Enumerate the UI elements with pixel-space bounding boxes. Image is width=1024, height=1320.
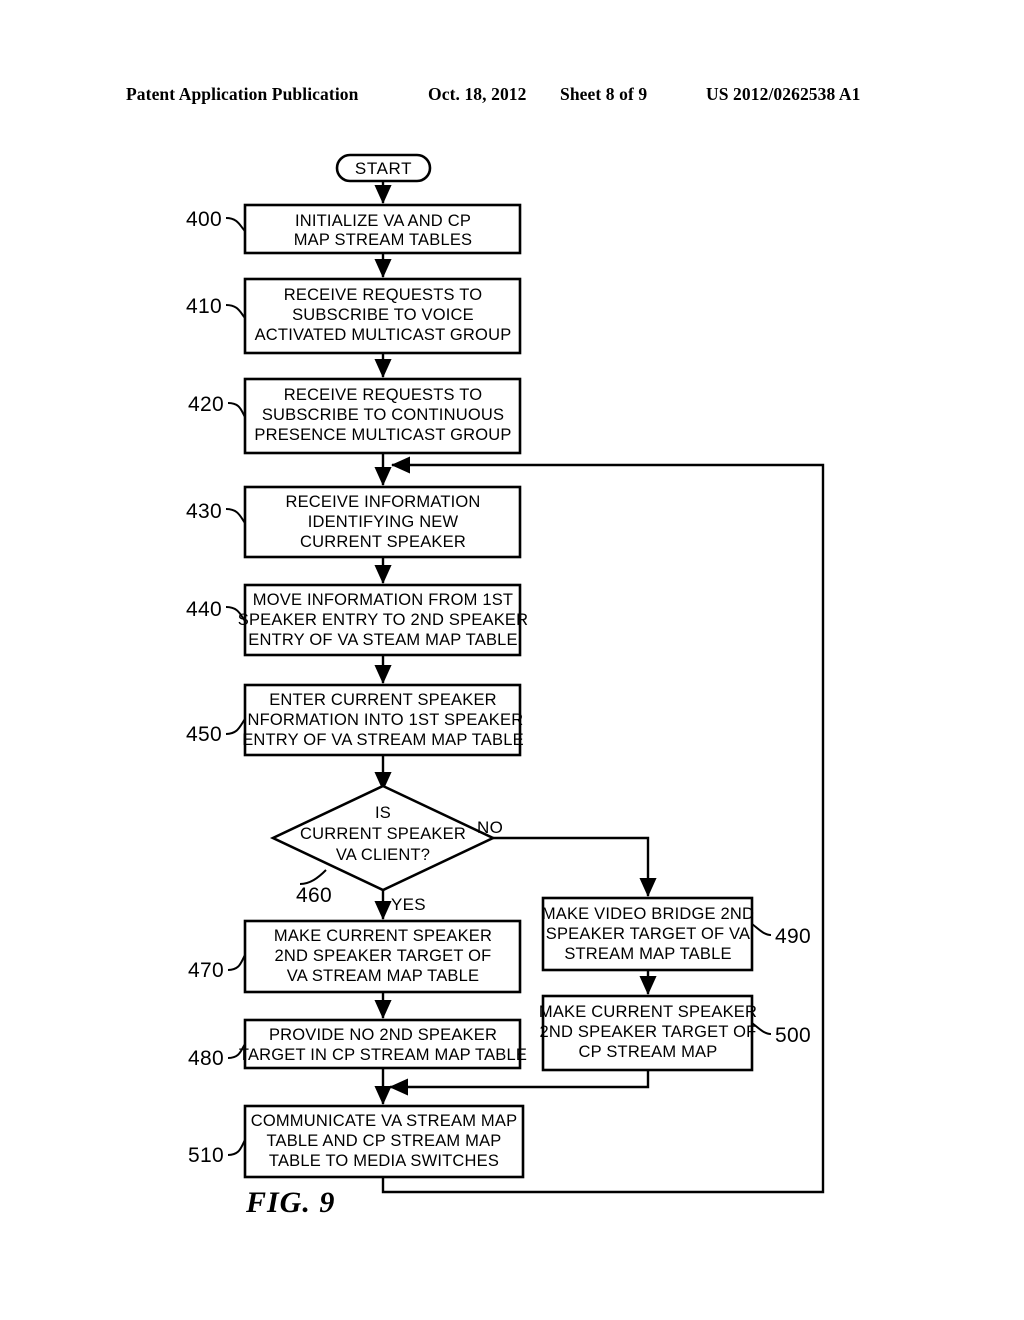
- flow-node-480: PROVIDE NO 2ND SPEAKER TARGET IN CP STRE…: [188, 1018, 527, 1070]
- flow-node-start: START: [335, 153, 432, 183]
- flow-node-410: RECEIVE REQUESTS TO SUBSCRIBE TO VOICE A…: [186, 277, 522, 355]
- connector-460-no-to-490: [450, 836, 657, 897]
- node-460-line-3: VA CLIENT?: [336, 846, 430, 864]
- node-500-line-2: 2ND SPEAKER TARGET OF: [540, 1023, 757, 1041]
- node-430-line-1: RECEIVE INFORMATION: [285, 493, 480, 511]
- node-460-ref-number: 460: [296, 884, 332, 907]
- node-440-line-3: ENTRY OF VA STEAM MAP TABLE: [248, 631, 517, 649]
- node-470-ref-leader: [227, 954, 246, 971]
- node-440-line-2: SPEAKER ENTRY TO 2ND SPEAKER: [238, 611, 528, 629]
- node-510-line-2: TABLE AND CP STREAM MAP: [266, 1132, 501, 1150]
- node-510-ref-leader: [227, 1139, 246, 1156]
- connector-500-to-510: [389, 1070, 650, 1096]
- start-terminator-label: START: [355, 159, 412, 178]
- node-400-line-1: INITIALIZE VA AND CP: [295, 212, 471, 230]
- node-510-line-3: TABLE TO MEDIA SWITCHES: [269, 1152, 499, 1170]
- node-490-line-1: MAKE VIDEO BRIDGE 2ND: [542, 905, 754, 923]
- node-430-line-2: IDENTIFYING NEW: [308, 513, 459, 531]
- node-480-ref-number: 480: [188, 1047, 224, 1070]
- node-410-line-1: RECEIVE REQUESTS TO: [284, 286, 483, 304]
- branch-label-no: NO: [477, 818, 503, 837]
- node-490-line-2: SPEAKER TARGET OF VA: [546, 925, 751, 943]
- node-410-ref-leader: [225, 304, 246, 319]
- node-420-ref-leader: [227, 402, 246, 418]
- flow-node-510: COMMUNICATE VA STREAM MAP TABLE AND CP S…: [188, 1104, 525, 1179]
- flow-node-460: IS CURRENT SPEAKER VA CLIENT? 460 YES NO: [269, 784, 503, 914]
- node-450-line-3: ENTRY OF VA STREAM MAP TABLE: [242, 731, 524, 749]
- flow-node-490: MAKE VIDEO BRIDGE 2ND SPEAKER TARGET OF …: [541, 896, 811, 972]
- node-410-line-3: ACTIVATED MULTICAST GROUP: [255, 326, 512, 344]
- node-470-line-1: MAKE CURRENT SPEAKER: [274, 927, 492, 945]
- flow-node-400: INITIALIZE VA AND CP MAP STREAM TABLES 4…: [186, 203, 522, 255]
- node-430-ref-leader: [225, 508, 246, 524]
- node-410-line-2: SUBSCRIBE TO VOICE: [292, 306, 474, 324]
- node-490-ref-number: 490: [775, 925, 811, 948]
- patent-figure-page: Patent Application Publication Oct. 18, …: [0, 0, 1024, 1320]
- node-450-ref-number: 450: [186, 723, 222, 746]
- node-420-line-1: RECEIVE REQUESTS TO: [284, 386, 483, 404]
- flow-node-450: ENTER CURRENT SPEAKER INFORMATION INTO 1…: [186, 683, 524, 757]
- node-440-ref-number: 440: [186, 598, 222, 621]
- node-430-line-3: CURRENT SPEAKER: [300, 533, 466, 551]
- node-400-ref-number: 400: [186, 208, 222, 231]
- flow-node-470: MAKE CURRENT SPEAKER 2ND SPEAKER TARGET …: [188, 919, 522, 994]
- node-420-line-2: SUBSCRIBE TO CONTINUOUS: [262, 406, 504, 424]
- node-470-ref-number: 470: [188, 959, 224, 982]
- node-490-line-3: STREAM MAP TABLE: [564, 945, 731, 963]
- node-480-line-1: PROVIDE NO 2ND SPEAKER: [269, 1026, 497, 1044]
- node-490-ref-leader: [751, 923, 772, 936]
- node-470-line-2: 2ND SPEAKER TARGET OF: [275, 947, 492, 965]
- node-510-ref-number: 510: [188, 1144, 224, 1167]
- flow-node-430: RECEIVE INFORMATION IDENTIFYING NEW CURR…: [186, 485, 522, 559]
- node-460-line-1: IS: [375, 804, 391, 822]
- flow-node-500: MAKE CURRENT SPEAKER 2ND SPEAKER TARGET …: [539, 994, 811, 1072]
- node-400-ref-leader: [225, 217, 246, 232]
- node-500-line-3: CP STREAM MAP: [579, 1043, 718, 1061]
- node-500-line-1: MAKE CURRENT SPEAKER: [539, 1003, 757, 1021]
- node-480-line-2: TARGET IN CP STREAM MAP TABLE: [239, 1046, 527, 1064]
- node-440-line-1: MOVE INFORMATION FROM 1ST: [253, 591, 513, 609]
- node-510-line-1: COMMUNICATE VA STREAM MAP: [251, 1112, 518, 1130]
- node-450-line-1: ENTER CURRENT SPEAKER: [269, 691, 497, 709]
- flowchart-diagram: START INITIALIZE VA AND CP MAP STREAM TA…: [186, 153, 825, 1194]
- flow-node-440: MOVE INFORMATION FROM 1ST SPEAKER ENTRY …: [186, 583, 528, 657]
- node-400-line-2: MAP STREAM TABLES: [294, 231, 473, 249]
- flow-node-420: RECEIVE REQUESTS TO SUBSCRIBE TO CONTINU…: [188, 377, 522, 455]
- node-500-ref-number: 500: [775, 1024, 811, 1047]
- node-470-line-3: VA STREAM MAP TABLE: [287, 967, 479, 985]
- node-410-ref-number: 410: [186, 295, 222, 318]
- figure-label: FIG. 9: [246, 1186, 336, 1219]
- node-430-ref-number: 430: [186, 500, 222, 523]
- node-460-ref-leader: [299, 869, 327, 885]
- node-420-line-3: PRESENCE MULTICAST GROUP: [254, 426, 511, 444]
- node-420-ref-number: 420: [188, 393, 224, 416]
- branch-label-yes: YES: [391, 895, 426, 914]
- node-450-line-2: INFORMATION INTO 1ST SPEAKER: [243, 711, 524, 729]
- node-460-line-2: CURRENT SPEAKER: [300, 825, 466, 843]
